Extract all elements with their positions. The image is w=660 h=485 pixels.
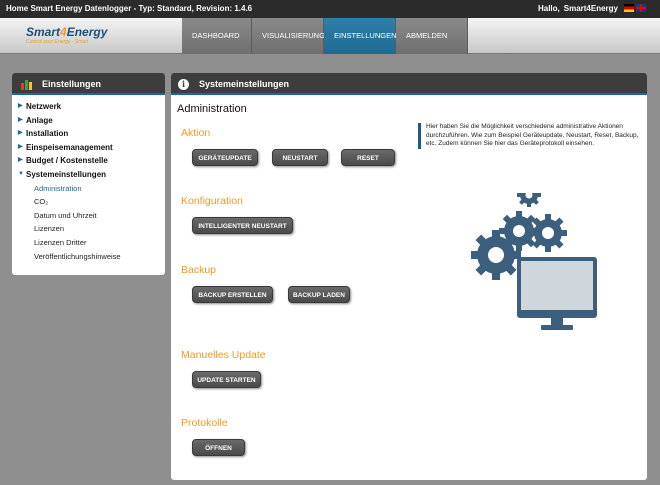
sidebar-subitem-lizenzen-dritter[interactable]: Lizenzen Dritter <box>12 236 165 250</box>
sidebar-title: Einstellungen <box>42 79 102 89</box>
section-konfiguration-title: Konfiguration <box>181 195 243 207</box>
sidebar-item-netzwerk[interactable]: ▶ Netzwerk <box>12 100 165 114</box>
sidebar-subitem-veroeffentlichungshinweise[interactable]: Veröffentlichungshinweise <box>12 250 165 264</box>
backup-erstellen-button[interactable]: BACKUP ERSTELLEN <box>192 286 273 303</box>
english-flag-icon[interactable] <box>636 4 646 12</box>
sidebar-subitem-administration[interactable]: Administration <box>12 182 165 196</box>
app-title: Home Smart Energy Datenlogger - Typ: Sta… <box>6 4 253 13</box>
geraeteupdate-button[interactable]: GERÄTEUPDATE <box>192 149 258 166</box>
username: Smart4Energy <box>563 4 618 13</box>
sidebar-item-installation[interactable]: ▶ Installation <box>12 127 165 141</box>
sidebar-subitem-co2[interactable]: CO₂ <box>12 195 165 209</box>
intelligenter-neustart-button[interactable]: INTELLIGENTER NEUSTART <box>192 217 293 234</box>
german-flag-icon[interactable] <box>624 4 634 12</box>
logo-tagline: Control your Energy - Smart <box>26 39 89 45</box>
sidebar-item-systemeinstellungen[interactable]: ▼ Systemeinstellungen <box>12 168 165 182</box>
update-starten-button[interactable]: UPDATE STARTEN <box>192 371 261 388</box>
section-protokolle-title: Protokolle <box>181 417 228 429</box>
main-header-title: Systemeinstellungen <box>199 79 290 89</box>
section-backup-title: Backup <box>181 264 217 276</box>
bar-chart-icon <box>21 80 32 90</box>
triangle-right-icon: ▶ <box>18 157 23 164</box>
sidebar-subitem-datum-uhrzeit[interactable]: Datum und Uhrzeit <box>12 209 165 223</box>
sidebar-item-budget[interactable]: ▶ Budget / Kostenstelle <box>12 154 165 168</box>
page-title: Administration <box>177 103 247 115</box>
sidebar-menu: ▶ Netzwerk ▶ Anlage ▶ Installation ▶ Einspei… <box>12 95 165 263</box>
nav-abmelden[interactable]: ABMELDEN <box>396 18 468 54</box>
sidebar-item-einspeisemanagement[interactable]: ▶ Einspeisemanagement <box>12 141 165 155</box>
info-box: Hier haben Sie die Möglichkeit verschied… <box>418 123 640 149</box>
gears-monitor-icon <box>471 193 597 330</box>
main-panel: i Systemeinstellungen Administration Akt… <box>171 73 647 480</box>
oeffnen-button[interactable]: ÖFFNEN <box>192 439 245 456</box>
section-update-title: Manuelles Update <box>181 349 266 361</box>
triangle-right-icon: ▶ <box>18 130 23 137</box>
logo[interactable]: Smart4Energy Control your Energy - Smart <box>26 26 107 45</box>
nav-dashboard[interactable]: DASHBOARD <box>182 18 252 54</box>
top-bar: Home Smart Energy Datenlogger - Typ: Sta… <box>0 0 660 18</box>
sidebar: Einstellungen ▶ Netzwerk ▶ Anlage ▶ Install… <box>12 73 165 275</box>
triangle-right-icon: ▶ <box>18 143 23 150</box>
nav-einstellungen[interactable]: EINSTELLUNGEN <box>324 18 397 54</box>
main-header: i Systemeinstellungen <box>171 73 647 95</box>
triangle-right-icon: ▶ <box>18 116 23 123</box>
neustart-button[interactable]: NEUSTART <box>272 149 328 166</box>
sidebar-header: Einstellungen <box>12 73 165 95</box>
sidebar-subitem-lizenzen[interactable]: Lizenzen <box>12 222 165 236</box>
main-nav: DASHBOARD VISUALISIERUNG EINSTELLUNGEN A… <box>182 18 468 54</box>
sidebar-item-anlage[interactable]: ▶ Anlage <box>12 114 165 128</box>
info-icon: i <box>178 79 189 90</box>
reset-button[interactable]: RESET <box>341 149 395 166</box>
triangle-down-icon: ▼ <box>18 170 24 177</box>
backup-laden-button[interactable]: BACKUP LADEN <box>288 286 350 303</box>
user-greeting: Hallo, Smart4Energy <box>537 4 618 13</box>
triangle-right-icon: ▶ <box>18 103 23 109</box>
section-aktion-title: Aktion <box>181 127 211 139</box>
nav-visualisierung[interactable]: VISUALISIERUNG <box>252 18 325 54</box>
